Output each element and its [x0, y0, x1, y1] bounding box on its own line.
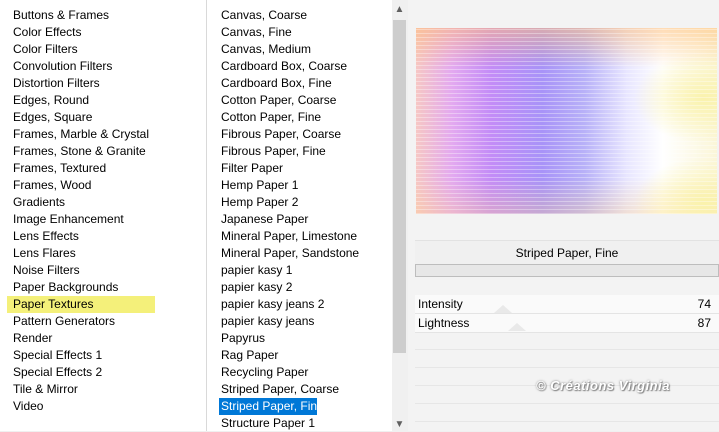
category-item[interactable]: Distortion Filters	[7, 75, 155, 92]
texture-item[interactable]: Rag Paper	[219, 347, 391, 364]
texture-item[interactable]: Papyrus	[219, 330, 391, 347]
param-intensity-label: Intensity	[418, 297, 463, 311]
param-intensity[interactable]: Intensity 74	[415, 295, 719, 314]
texture-item[interactable]: Fibrous Paper, Coarse	[219, 126, 391, 143]
param-lightness-value[interactable]: 87	[698, 314, 711, 332]
category-item[interactable]: Image Enhancement	[7, 211, 155, 228]
category-item[interactable]: Special Effects 2	[7, 364, 155, 381]
category-item[interactable]: Color Effects	[7, 24, 155, 41]
scroll-down-arrow-icon[interactable]: ▼	[392, 418, 407, 431]
param-lightness-label: Lightness	[418, 316, 470, 330]
preview-panel: Striped Paper, Fine Intensity 74 Lightne…	[408, 0, 719, 431]
texture-item[interactable]: papier kasy jeans 2	[219, 296, 391, 313]
texture-item[interactable]: Striped Paper, Fine	[219, 398, 324, 415]
empty-row	[415, 404, 719, 422]
category-item[interactable]: Tile & Mirror	[7, 381, 155, 398]
texture-item[interactable]: Mineral Paper, Sandstone	[219, 245, 391, 262]
empty-parameter-rows	[415, 332, 719, 422]
category-item[interactable]: Edges, Square	[7, 109, 155, 126]
category-item[interactable]: Frames, Textured	[7, 160, 155, 177]
category-item[interactable]: Video	[7, 398, 155, 415]
texture-item[interactable]: Structure Paper 1	[219, 415, 391, 432]
texture-item[interactable]: Recycling Paper	[219, 364, 391, 381]
texture-item[interactable]: papier kasy 2	[219, 279, 391, 296]
texture-list-panel: Canvas, Coarse Canvas, Fine Canvas, Medium…	[207, 0, 407, 431]
texture-item[interactable]: Cardboard Box, Fine	[219, 75, 391, 92]
texture-item[interactable]: Mineral Paper, Limestone	[219, 228, 391, 245]
lightness-slider-notch	[508, 323, 526, 331]
empty-row	[415, 332, 719, 350]
texture-list: Canvas, Coarse Canvas, Fine Canvas, Medium…	[219, 7, 391, 432]
category-item[interactable]: Convolution Filters	[7, 58, 155, 75]
category-item[interactable]: Noise Filters	[7, 262, 155, 279]
category-item[interactable]: Buttons & Frames	[7, 7, 155, 24]
category-item[interactable]: Special Effects 1	[7, 347, 155, 364]
category-item[interactable]: Gradients	[7, 194, 155, 211]
texture-item[interactable]: Canvas, Medium	[219, 41, 391, 58]
category-item[interactable]: Frames, Marble & Crystal	[7, 126, 155, 143]
texture-item[interactable]: Japanese Paper	[219, 211, 391, 228]
category-item[interactable]: Color Filters	[7, 41, 155, 58]
texture-list-scrollbar[interactable]: ▲ ▼	[392, 0, 407, 431]
category-item[interactable]: Frames, Wood	[7, 177, 155, 194]
empty-row	[415, 350, 719, 368]
param-intensity-value[interactable]: 74	[698, 295, 711, 313]
category-item[interactable]: Frames, Stone & Granite	[7, 143, 155, 160]
texture-item[interactable]: Canvas, Fine	[219, 24, 391, 41]
texture-item[interactable]: Hemp Paper 1	[219, 177, 391, 194]
category-item[interactable]: Lens Flares	[7, 245, 155, 262]
category-item[interactable]: Paper Textures	[7, 296, 156, 313]
category-item[interactable]: Edges, Round	[7, 92, 155, 109]
parameter-list: Intensity 74 Lightness 87	[415, 295, 719, 333]
texture-item[interactable]: papier kasy 1	[219, 262, 391, 279]
texture-item[interactable]: Striped Paper, Coarse	[219, 381, 391, 398]
texture-item[interactable]: Fibrous Paper, Fine	[219, 143, 391, 160]
texture-item[interactable]: Cardboard Box, Coarse	[219, 58, 391, 75]
category-item[interactable]: Lens Effects	[7, 228, 155, 245]
selected-texture-name: Striped Paper, Fine	[415, 240, 719, 265]
texture-item[interactable]: Canvas, Coarse	[219, 7, 391, 24]
texture-slider-track[interactable]	[415, 264, 719, 277]
texture-item[interactable]: Cotton Paper, Coarse	[219, 92, 391, 109]
intensity-slider-notch	[494, 305, 512, 313]
texture-item[interactable]: Filter Paper	[219, 160, 391, 177]
scroll-thumb[interactable]	[393, 20, 406, 353]
texture-item[interactable]: papier kasy jeans	[219, 313, 391, 330]
param-lightness[interactable]: Lightness 87	[415, 314, 719, 333]
category-list-panel: Buttons & Frames Color Effects Color Filte…	[0, 0, 207, 431]
category-item[interactable]: Paper Backgrounds	[7, 279, 155, 296]
scroll-up-arrow-icon[interactable]: ▲	[392, 2, 407, 18]
texture-item[interactable]: Cotton Paper, Fine	[219, 109, 391, 126]
category-item[interactable]: Pattern Generators	[7, 313, 155, 330]
category-list: Buttons & Frames Color Effects Color Filte…	[7, 7, 156, 415]
texture-item[interactable]: Hemp Paper 2	[219, 194, 391, 211]
texture-preview-image	[416, 28, 717, 214]
category-item[interactable]: Render	[7, 330, 155, 347]
watermark-text: © Créations Virginia	[536, 378, 670, 393]
